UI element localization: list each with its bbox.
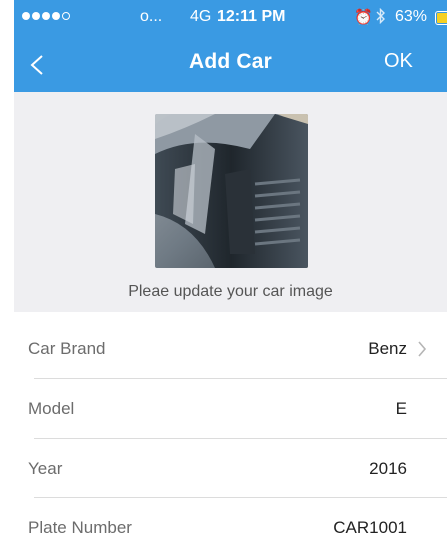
plate-number-row[interactable]: Plate Number CAR1001	[14, 499, 447, 554]
battery-icon	[435, 11, 447, 25]
year-value: 2016	[369, 459, 407, 478]
alarm-icon: ⏰	[354, 9, 373, 26]
year-label: Year	[28, 459, 63, 478]
plate-number-value: CAR1001	[333, 518, 407, 537]
model-row[interactable]: Model E	[14, 380, 447, 438]
header: o... 4G 12:11 PM ⏰ 63% Add Car OK	[14, 0, 447, 92]
model-value: E	[395, 399, 407, 418]
battery-percent: 63%	[395, 8, 428, 25]
car-brand-row[interactable]: Car Brand Benz	[14, 320, 447, 378]
bluetooth-icon	[376, 7, 386, 29]
page-title: Add Car	[188, 50, 273, 73]
row-divider	[34, 497, 447, 498]
year-row[interactable]: Year 2016	[14, 440, 447, 498]
car-brand-value: Benz	[368, 339, 407, 358]
plate-number-label: Plate Number	[28, 518, 132, 537]
car-photo[interactable]	[155, 114, 308, 268]
row-divider	[34, 378, 447, 379]
model-label: Model	[28, 399, 75, 418]
carrier-name: o...	[140, 8, 163, 25]
ok-button[interactable]: OK	[384, 50, 413, 73]
image-caption: Pleae update your car image	[128, 283, 333, 300]
row-divider	[34, 438, 447, 439]
nav-bar: Add Car OK	[14, 36, 447, 92]
network-type: 4G	[190, 8, 212, 25]
status-bar: o... 4G 12:11 PM ⏰ 63%	[14, 0, 447, 36]
left-edge-strip	[0, 0, 14, 554]
car-image-section: Pleae update your car image	[14, 92, 447, 312]
signal-strength-icon	[22, 12, 70, 20]
status-time: 12:11 PM	[217, 8, 286, 25]
car-brand-label: Car Brand	[28, 339, 106, 358]
chevron-right-icon	[417, 341, 427, 357]
